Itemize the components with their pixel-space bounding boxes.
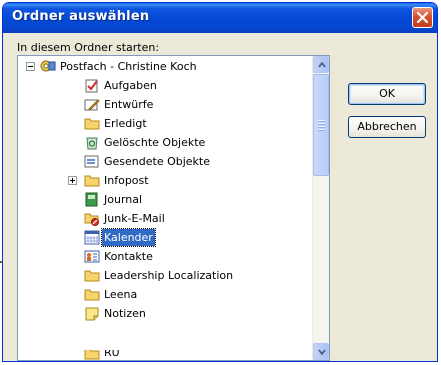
tree-item-gesendete-objekte[interactable]: Gesendete Objekte [18, 153, 308, 170]
tree-item-ru[interactable]: RU [18, 350, 308, 360]
deleted-items-icon [86, 137, 98, 150]
tree-root-label: Postfach - Christine Koch [60, 60, 197, 73]
chevron-up-icon [318, 62, 326, 68]
folder-icon [84, 118, 100, 130]
tree-item-label: Kontakte [104, 250, 153, 263]
vertical-scrollbar[interactable] [312, 56, 329, 360]
chevron-down-icon [318, 349, 326, 355]
tree-item-label: Infopost [104, 174, 149, 187]
folder-icon [84, 350, 100, 360]
tree-item-erledigt[interactable]: Erledigt [18, 115, 308, 132]
tree-item-label: Gesendete Objekte [104, 155, 211, 168]
tree-item-infopost[interactable]: Infopost [18, 172, 308, 189]
contacts-icon [84, 250, 100, 263]
tree-item-journal[interactable]: Journal [18, 191, 308, 208]
tree-item-label: RU [104, 350, 120, 359]
folder-icon [84, 289, 100, 301]
cancel-button[interactable]: Abbrechen [348, 116, 426, 138]
calendar-icon [84, 230, 100, 245]
tree-root[interactable]: Postfach - Christine Koch [18, 58, 308, 75]
folder-icon [84, 175, 100, 187]
tree-item-leadership-localization[interactable]: Leadership Localization [18, 267, 308, 284]
collapse-icon[interactable] [26, 62, 35, 71]
folder-icon [84, 270, 100, 282]
tree-item-label: Aufgaben [104, 79, 157, 92]
tree-item-notizen[interactable]: Notizen [18, 305, 308, 322]
mailbox-icon [40, 60, 56, 72]
tree-item-kalender[interactable]: Kalender [18, 228, 308, 247]
tree-item-label: Junk-E-Mail [104, 212, 165, 225]
folder-select-dialog: Ordner auswählen In diesem Ordner starte… [2, 2, 438, 362]
tree-item-leena[interactable]: Leena [18, 286, 308, 303]
tree-item-label: Erledigt [104, 117, 147, 130]
tree-item-junk-e-mail[interactable]: Junk-E-Mail [18, 210, 308, 227]
journal-icon [85, 192, 98, 207]
folder-tree[interactable]: Postfach - Christine Koch Aufgaben Entwü… [17, 55, 330, 361]
dialog-title: Ordner auswählen [12, 9, 150, 24]
expand-icon[interactable] [68, 176, 77, 185]
drafts-icon [84, 99, 100, 111]
tree-item-kontakte[interactable]: Kontakte [18, 248, 308, 265]
scroll-down-button[interactable] [313, 343, 329, 360]
start-folder-label: In diesem Ordner starten: [17, 41, 160, 54]
tree-item-entwuerfe[interactable]: Entwürfe [18, 96, 308, 113]
close-button[interactable] [412, 7, 433, 28]
tree-item-aufgaben[interactable]: Aufgaben [18, 77, 308, 94]
sent-items-icon [84, 155, 99, 168]
scroll-up-button[interactable] [313, 56, 329, 73]
close-icon [417, 12, 428, 23]
tree-item-label: Entwürfe [104, 98, 154, 111]
tree-item-label: Gelöschte Objekte [104, 136, 206, 149]
tree-item-geloeschte-objekte[interactable]: Gelöschte Objekte [18, 134, 308, 151]
tree-item-label: Leena [104, 288, 138, 301]
notes-icon [85, 307, 99, 321]
tree-item-label: Notizen [104, 307, 146, 320]
tree-item-label: Journal [104, 193, 143, 206]
tree-item-label: Leadership Localization [104, 269, 234, 282]
tree-item-label: Kalender [101, 228, 156, 247]
junk-mail-icon [84, 213, 99, 226]
title-bar[interactable]: Ordner auswählen [3, 3, 437, 33]
tasks-icon [85, 79, 98, 93]
ok-button[interactable]: OK [348, 83, 426, 105]
scroll-thumb[interactable] [313, 74, 329, 176]
